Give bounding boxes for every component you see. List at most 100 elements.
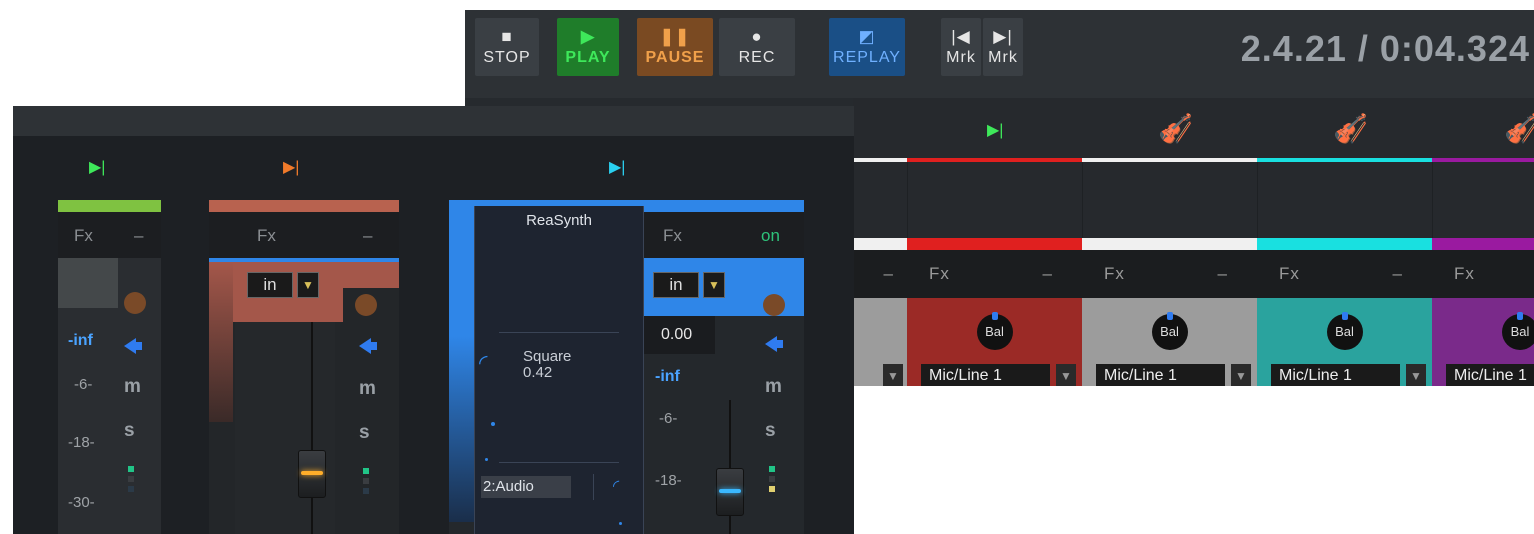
- meter-led: [363, 478, 369, 484]
- balance-knob[interactable]: Bal: [976, 312, 1013, 350]
- param-knob-icon[interactable]: ◜: [479, 350, 488, 376]
- next-marker-label: Mrk: [988, 49, 1018, 66]
- track-color-bar: [209, 200, 399, 212]
- play-marker-icon: ▶|: [283, 159, 300, 176]
- mixer-strip-2: Fx – in ▼ m s: [209, 200, 399, 534]
- record-label: REC: [738, 49, 776, 66]
- param-value: 0.42: [523, 364, 553, 381]
- track-strip: 🎻 Fx – Bal Mic/Line 1 ▼: [1257, 98, 1432, 386]
- track-name-field[interactable]: [907, 162, 1082, 239]
- record-button[interactable]: ● REC: [719, 18, 795, 76]
- replay-icon: ◩: [858, 27, 876, 46]
- track-name-field[interactable]: [1257, 162, 1432, 239]
- meter-led: [363, 488, 369, 494]
- fx-label: Fx: [257, 226, 276, 245]
- record-icon: ●: [751, 27, 763, 46]
- mute-button[interactable]: m: [765, 376, 782, 398]
- track-panel-edge: [449, 212, 475, 522]
- balance-knob[interactable]: Bal: [1502, 312, 1534, 350]
- meter-cap: [58, 258, 118, 308]
- meter-led: [769, 486, 775, 492]
- pause-label: PAUSE: [645, 49, 705, 66]
- play-button[interactable]: ▶ PLAY: [557, 18, 619, 76]
- speaker-icon[interactable]: [765, 336, 783, 352]
- mixer-strip-1: Fx – -inf -6- m -18- s -30-: [58, 200, 161, 534]
- solo-button[interactable]: s: [359, 422, 370, 444]
- param-dot: [485, 458, 488, 461]
- next-marker-button[interactable]: ▶| Mrk: [983, 18, 1023, 76]
- fx-label: Fx: [74, 226, 93, 245]
- input-dropdown-arrow[interactable]: ▼: [703, 272, 725, 298]
- skip-back-icon: |◀: [951, 27, 971, 46]
- fx-slot[interactable]: Fx –: [1082, 250, 1257, 298]
- input-dropdown-arrow[interactable]: ▼: [883, 364, 903, 386]
- balance-knob[interactable]: Bal: [1326, 312, 1363, 350]
- fx-label: Fx: [929, 264, 950, 283]
- param-name: Square: [523, 348, 572, 365]
- solo-button[interactable]: s: [124, 420, 135, 442]
- play-marker-icon: ▶|: [609, 159, 626, 176]
- time-display: 2.4.21 / 0:04.324: [1240, 28, 1530, 69]
- volume-fader[interactable]: [716, 468, 744, 516]
- track-strip: ▶| Fx – Bal Mic/Line 1 ▼: [907, 98, 1082, 386]
- input-dropdown-arrow[interactable]: ▼: [297, 272, 319, 298]
- divider: [593, 474, 594, 500]
- meter-scale-label: -6-: [659, 410, 678, 427]
- play-marker-icon: ▶|: [987, 122, 1004, 139]
- param-knob-icon[interactable]: ◜: [613, 476, 619, 496]
- volume-fader[interactable]: [298, 450, 326, 498]
- solo-button[interactable]: s: [765, 420, 776, 442]
- track-strip: 🎻 Fx Bal Mic/Line 1: [1432, 98, 1534, 386]
- record-arm-button[interactable]: [124, 292, 146, 314]
- input-dropdown-arrow[interactable]: ▼: [1231, 364, 1251, 386]
- fader-rail: [311, 322, 313, 534]
- fx-slot[interactable]: Fx on: [643, 212, 804, 258]
- speaker-icon[interactable]: [124, 338, 142, 354]
- stop-icon: ■: [501, 27, 513, 46]
- divider: [499, 332, 619, 333]
- fx-dash: –: [1042, 264, 1052, 283]
- fx-dash: –: [363, 226, 373, 245]
- fx-label: Fx: [663, 226, 682, 245]
- meter-led: [128, 476, 134, 482]
- pause-icon: ❚❚: [659, 27, 691, 46]
- prev-marker-button[interactable]: |◀ Mrk: [941, 18, 981, 76]
- violin-icon: 🎻: [1333, 113, 1368, 144]
- mute-button[interactable]: m: [124, 376, 141, 398]
- pause-button[interactable]: ❚❚ PAUSE: [637, 18, 713, 76]
- fx-slot[interactable]: Fx –: [1257, 250, 1432, 298]
- meter-scale-label: -30-: [68, 494, 95, 511]
- input-select[interactable]: Mic/Line 1: [1446, 364, 1534, 386]
- input-button[interactable]: in: [247, 272, 293, 298]
- input-select[interactable]: Mic/Line 1: [1271, 364, 1400, 386]
- fx-slot[interactable]: Fx –: [58, 212, 161, 258]
- balance-knob[interactable]: Bal: [1151, 312, 1188, 350]
- input-dropdown-arrow[interactable]: ▼: [1406, 364, 1426, 386]
- speaker-icon[interactable]: [359, 338, 377, 354]
- fx-slot[interactable]: Fx –: [209, 212, 399, 258]
- input-select[interactable]: Mic/Line 1: [921, 364, 1050, 386]
- divider: [499, 462, 619, 463]
- input-dropdown-arrow[interactable]: ▼: [1056, 364, 1076, 386]
- replay-label: REPLAY: [833, 49, 901, 66]
- fx-slot[interactable]: Fx –: [907, 250, 1082, 298]
- volume-db-field[interactable]: 0.00: [643, 316, 715, 354]
- fx-on-indicator: on: [761, 226, 780, 245]
- input-select[interactable]: Mic/Line 1: [1096, 364, 1225, 386]
- record-arm-button[interactable]: [763, 294, 785, 316]
- meter-led: [128, 486, 134, 492]
- track-name-field[interactable]: [1432, 162, 1534, 239]
- fx-slot[interactable]: Fx: [1432, 250, 1534, 298]
- fx-dash: –: [883, 264, 893, 283]
- track-name-field[interactable]: [1082, 162, 1257, 239]
- mute-button[interactable]: m: [359, 378, 376, 400]
- channel-select[interactable]: 2:Audio: [481, 476, 571, 498]
- volume-readout: -inf: [655, 368, 680, 385]
- fx-dash: –: [1392, 264, 1402, 283]
- record-arm-button[interactable]: [355, 294, 377, 316]
- stop-button[interactable]: ■ STOP: [475, 18, 539, 76]
- skip-forward-icon: ▶|: [993, 27, 1013, 46]
- track-color-bar: [58, 200, 161, 212]
- replay-button[interactable]: ◩ REPLAY: [829, 18, 905, 76]
- input-button[interactable]: in: [653, 272, 699, 298]
